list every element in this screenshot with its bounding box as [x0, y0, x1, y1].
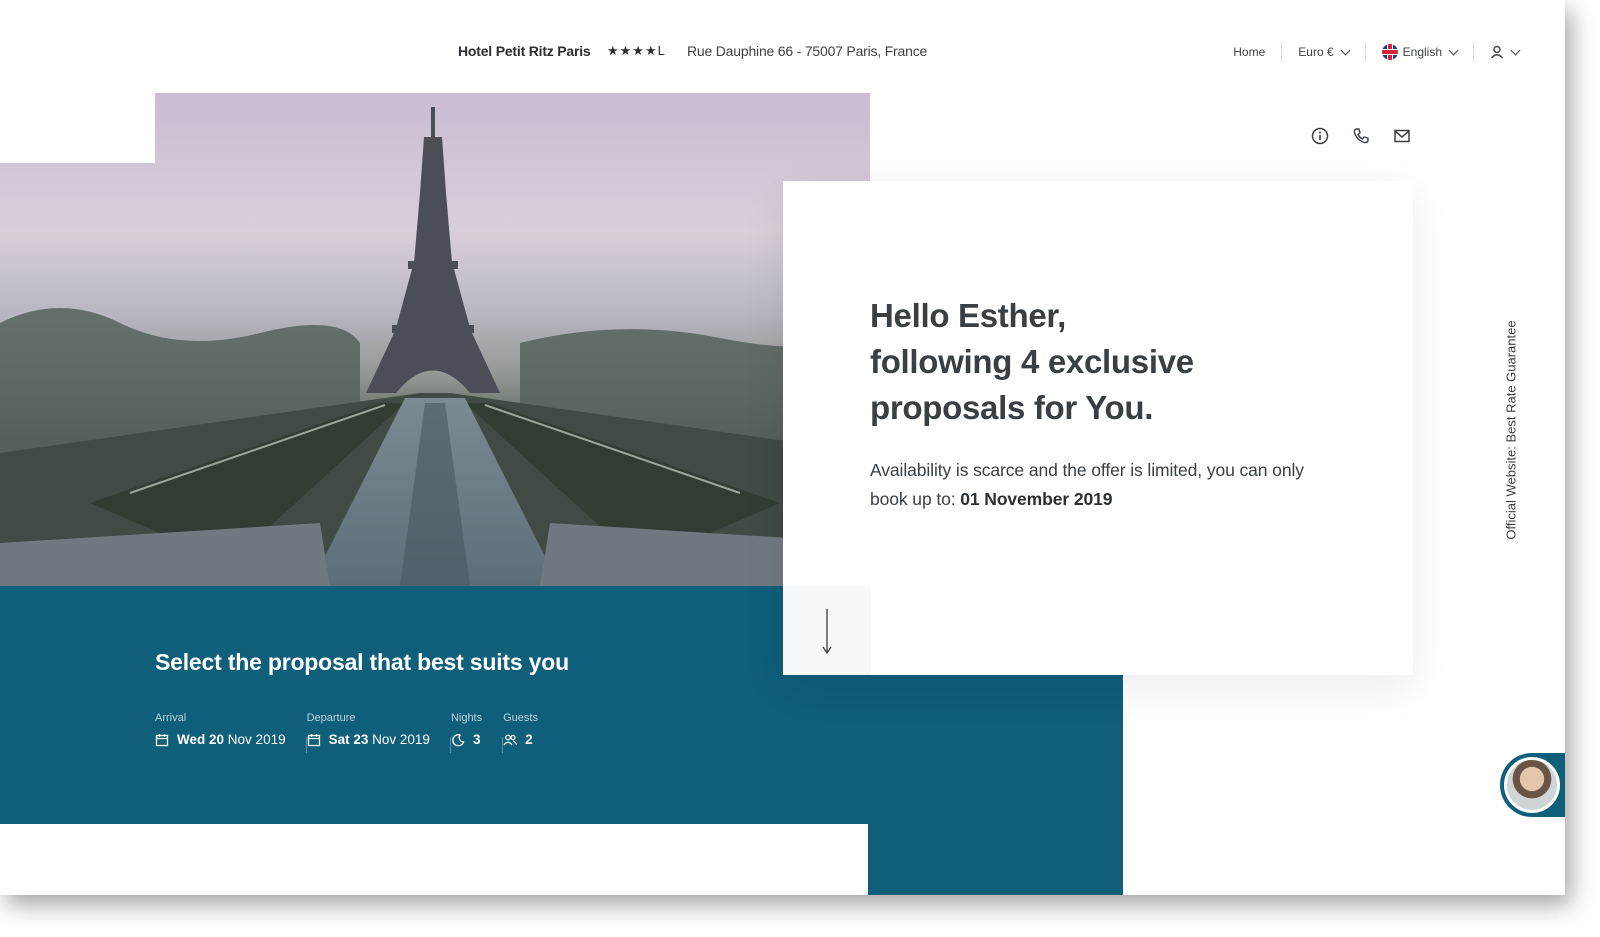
nav-home-link[interactable]: Home	[1217, 40, 1281, 64]
language-selector[interactable]: English	[1366, 40, 1473, 64]
moon-icon	[452, 733, 465, 746]
hotel-address: Rue Dauphine 66 - 75007 Paris, France	[687, 43, 928, 59]
calendar-icon	[155, 733, 169, 746]
stay-summary: Arrival Wed 20 Nov 2019 Departure Sat 23…	[155, 712, 558, 753]
booking-title: Select the proposal that best suits you	[155, 649, 569, 675]
guests-field[interactable]: Guests 2	[503, 712, 558, 747]
hotel-name[interactable]: Hotel Petit Ritz Paris	[458, 43, 591, 59]
page-frame: Hotel Petit Ritz Paris ★★★★L Rue Dauphin…	[0, 0, 1565, 895]
greeting-line-3: proposals for You.	[870, 389, 1154, 426]
best-rate-guarantee-label: Official Website: Best Rate Guarantee	[1503, 320, 1519, 540]
arrival-field[interactable]: Arrival Wed 20 Nov 2019	[155, 712, 306, 747]
contact-icons	[1310, 126, 1412, 146]
uk-flag-icon	[1381, 44, 1398, 60]
account-menu[interactable]	[1474, 40, 1535, 64]
greeting-line-2: following 4 exclusive	[870, 343, 1194, 380]
top-nav: Home Euro € English	[1217, 40, 1535, 64]
arrival-month-year: Nov 2019	[227, 732, 286, 747]
scroll-down-button[interactable]	[783, 586, 871, 675]
language-label: English	[1402, 45, 1442, 59]
nights-field[interactable]: Nights 3	[451, 712, 502, 747]
user-icon	[1490, 45, 1504, 59]
chevron-down-icon	[1340, 45, 1351, 55]
availability-text: Availability is scarce and the offer is …	[870, 456, 1340, 514]
greeting-heading: Hello Esther, following 4 exclusive prop…	[870, 293, 1350, 431]
guests-label: Guests	[503, 712, 538, 724]
currency-selector[interactable]: Euro €	[1282, 40, 1364, 64]
departure-month-year: Nov 2019	[372, 732, 430, 747]
nights-value: 3	[472, 732, 481, 747]
availability-deadline: 01 November 2019	[960, 489, 1113, 509]
nights-label: Nights	[450, 712, 483, 724]
assistant-avatar	[1504, 757, 1560, 813]
departure-label: Departure	[306, 712, 356, 724]
chat-assistant-button[interactable]	[1500, 753, 1565, 817]
nav-home-label: Home	[1233, 45, 1266, 59]
phone-icon[interactable]	[1351, 126, 1371, 146]
eiffel-tower-illustration	[0, 107, 870, 586]
greeting-line-1: Hello Esther,	[870, 297, 1067, 334]
guests-icon	[503, 734, 518, 745]
mail-icon[interactable]	[1392, 126, 1412, 146]
top-bar: Hotel Petit Ritz Paris ★★★★L Rue Dauphin…	[0, 0, 1565, 100]
arrow-down-icon	[822, 608, 832, 654]
guests-value: 2	[525, 732, 533, 747]
departure-day: Sat 23	[328, 732, 369, 747]
chevron-down-icon	[1510, 45, 1521, 55]
departure-field[interactable]: Departure Sat 23 Nov 2019	[307, 712, 450, 747]
hero-corner-mask	[0, 93, 155, 163]
hotel-stars-rating: ★★★★L	[607, 43, 666, 58]
info-icon[interactable]	[1310, 126, 1330, 146]
arrival-day: Wed 20	[177, 732, 225, 747]
calendar-icon	[307, 733, 320, 746]
arrival-label: Arrival	[155, 712, 187, 724]
chevron-down-icon	[1448, 45, 1459, 55]
best-rate-guarantee: Official Website: Best Rate Guarantee	[1501, 310, 1521, 550]
booking-panel-extension	[868, 824, 1123, 895]
currency-label: Euro €	[1298, 45, 1334, 59]
